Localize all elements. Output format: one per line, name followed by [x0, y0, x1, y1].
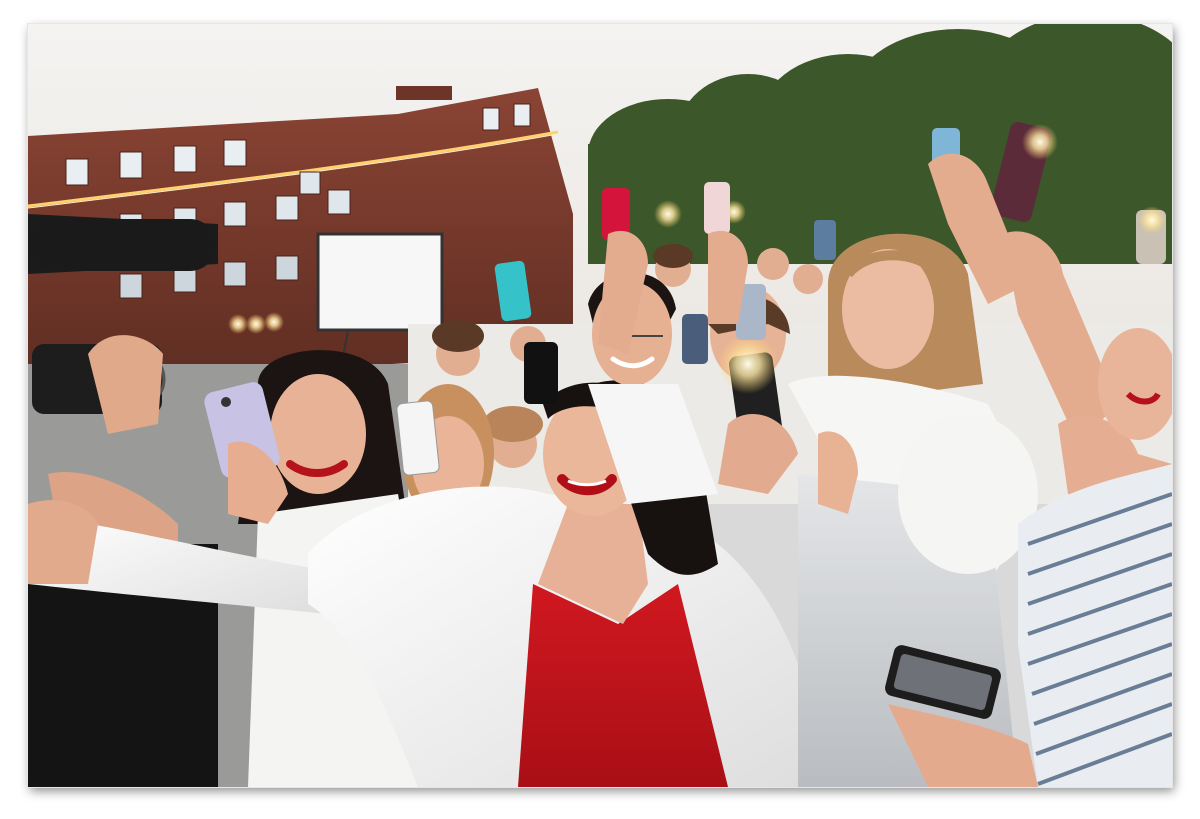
projection-screen	[316, 232, 444, 332]
event-photo	[28, 24, 1172, 787]
photo-illustration	[28, 24, 1172, 787]
